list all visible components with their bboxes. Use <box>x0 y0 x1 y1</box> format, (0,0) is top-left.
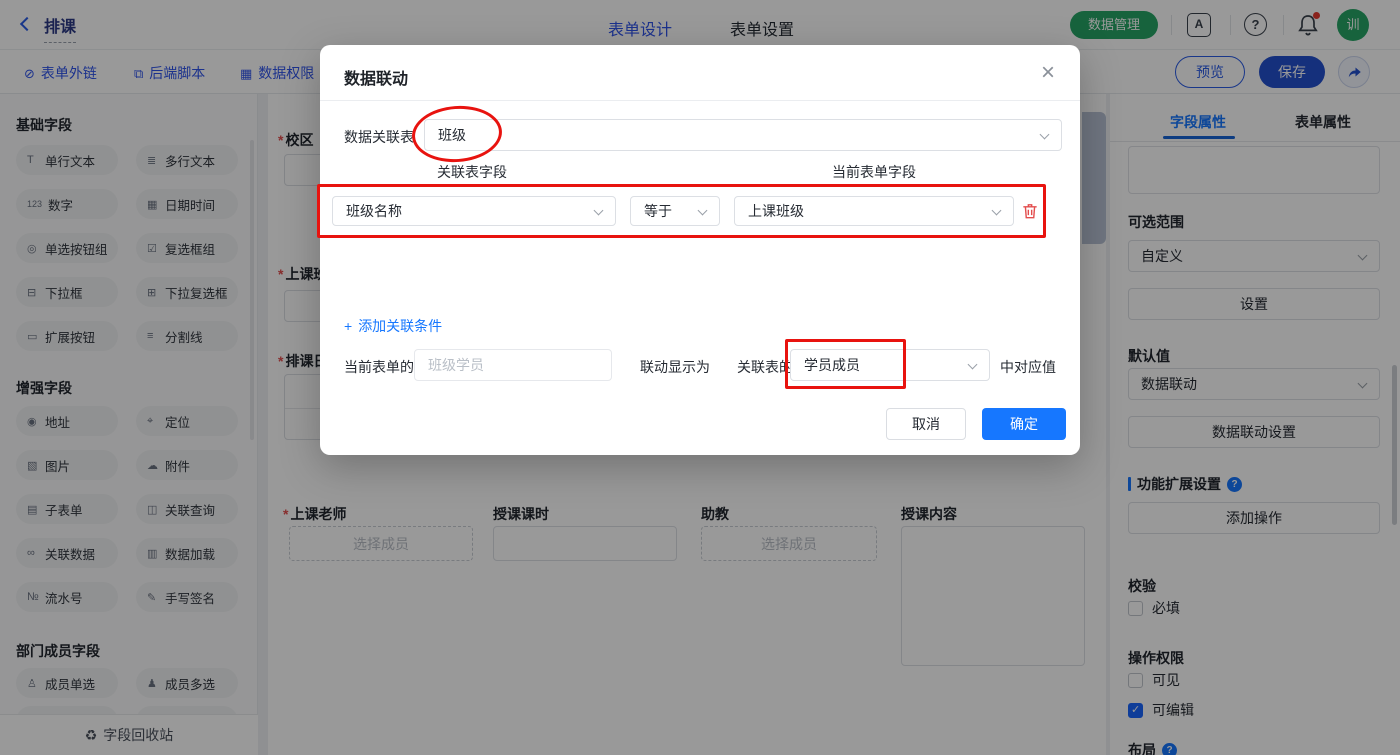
modal-title: 数据联动 <box>344 71 409 88</box>
annotation-box-relation-field <box>785 339 906 389</box>
relation-table-label: 数据关联表 <box>344 129 414 145</box>
relation-table-select[interactable]: 班级 <box>424 119 1062 151</box>
divider <box>320 100 1080 101</box>
data-linkage-modal: 数据联动 × 数据关联表 班级 关联表字段 当前表单字段 班级名称 等于 上课班… <box>320 45 1080 455</box>
confirm-button[interactable]: 确定 <box>982 408 1066 440</box>
mapping-current-field-input[interactable]: 班级学员 <box>414 349 612 381</box>
mapping-current-prefix: 当前表单的 <box>344 359 414 375</box>
chevron-down-icon <box>967 359 978 370</box>
cancel-button[interactable]: 取消 <box>886 408 966 440</box>
annotation-box-condition-row <box>317 184 1046 238</box>
mapping-suffix-text: 中对应值 <box>1000 359 1056 375</box>
column-header-relation-field: 关联表字段 <box>437 164 507 180</box>
close-icon[interactable]: × <box>1034 59 1062 87</box>
column-header-current-field: 当前表单字段 <box>832 164 916 180</box>
add-condition-link[interactable]: + 添加关联条件 <box>344 316 442 336</box>
app-window: 排课 表单设计 表单设置 数据管理 A ? 训 ⊘ 表单外链 ⧉ 后端脚本 ▦ 数据权… <box>0 0 1400 755</box>
chevron-down-icon <box>1039 129 1050 140</box>
plus-icon: + <box>344 318 353 334</box>
mapping-middle-text: 联动显示为 <box>640 359 710 375</box>
